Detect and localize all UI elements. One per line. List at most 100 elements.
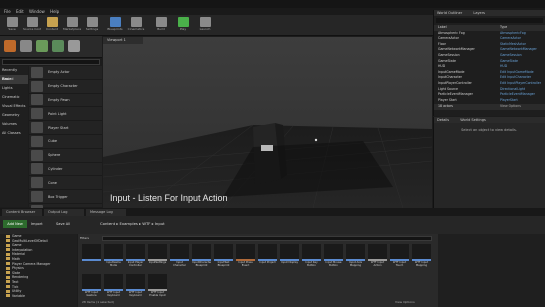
menu-help[interactable]: Help — [50, 8, 59, 15]
asset-tile[interactable]: WTF Input Mapping — [412, 244, 431, 271]
asset-tile[interactable]: WTF Input Enable Input — [148, 274, 167, 301]
build-button[interactable]: Build — [152, 17, 170, 35]
category-lights[interactable]: Lights — [0, 84, 28, 93]
place-item-sphere[interactable]: Sphere — [29, 149, 102, 163]
category-all-classes[interactable]: All Classes — [0, 129, 28, 138]
place-mode-icon[interactable] — [4, 40, 16, 52]
place-item-player-start[interactable]: Player Start — [29, 121, 102, 135]
settings-button[interactable]: Settings — [83, 17, 101, 35]
text-render-actor — [261, 145, 273, 151]
asset-tile[interactable]: InputCharacter Blueprint — [192, 244, 211, 271]
asset-thumbnail — [412, 244, 431, 261]
asset-tile[interactable]: Input Player Controller — [126, 244, 145, 271]
cinematics-button[interactable]: Cinematics — [127, 17, 145, 35]
menu-window[interactable]: Window — [29, 8, 45, 15]
category-recently-placed[interactable]: Recently Placed — [0, 66, 28, 81]
asset-tile[interactable]: Input Character — [170, 244, 189, 271]
folder-icon — [6, 280, 10, 284]
category-cinematic[interactable]: Cinematic — [0, 93, 28, 102]
asset-label: Input Axis Mapping — [349, 261, 362, 267]
build-icon — [155, 17, 167, 27]
play-button[interactable]: Play — [174, 17, 192, 35]
breadcrumb-examples[interactable]: Examples — [119, 221, 137, 226]
outliner-search-input[interactable] — [436, 18, 543, 23]
geometry-mode-icon[interactable] — [68, 40, 80, 52]
place-search-input[interactable] — [2, 59, 100, 65]
view-options-button[interactable]: View Options — [395, 300, 415, 304]
marketplace-button[interactable]: Marketplace — [63, 17, 81, 35]
asset-tile[interactable]: InputTest Blueprint — [214, 244, 233, 271]
asset-tile[interactable]: Input Project — [258, 244, 277, 271]
asset-tile[interactable]: InputSettings — [148, 244, 167, 271]
outliner-view-options[interactable]: View Options — [500, 104, 521, 110]
import-button[interactable]: Import — [31, 220, 53, 228]
tab-layers[interactable]: Layers — [473, 11, 485, 15]
tab-message-log[interactable]: Message Log — [86, 209, 126, 216]
blueprints-button[interactable]: Blueprints — [106, 17, 124, 35]
breadcrumb-wtf[interactable]: WTF — [142, 221, 150, 226]
place-item-point-light[interactable]: Point Light — [29, 107, 102, 122]
place-item-box-trigger[interactable]: Box Trigger — [29, 190, 102, 204]
place-item-cylinder[interactable]: Cylinder — [29, 163, 102, 177]
asset-thumbnail — [390, 244, 409, 261]
tab-details[interactable]: Details — [437, 118, 449, 122]
tab-world-outliner[interactable]: World Outliner — [437, 11, 462, 15]
place-item-empty-actor[interactable]: Empty Actor — [29, 66, 102, 80]
asset-thumbnail — [104, 274, 123, 291]
asset-thumbnail — [170, 244, 189, 261]
category-geometry[interactable]: Geometry — [0, 111, 28, 120]
folder-icon — [6, 243, 10, 247]
level-viewport[interactable] — [103, 37, 432, 208]
folder-item[interactable]: Variable — [0, 294, 77, 299]
folder-icon — [6, 234, 10, 238]
breadcrumb: Content ▸ Examples ▸ WTF ▸ Input — [100, 221, 165, 226]
viewport-tab[interactable]: Viewport 1 — [103, 37, 143, 44]
asset-tile[interactable]: WTF Input Keyboard Event — [126, 274, 145, 301]
save-button[interactable]: Save — [3, 17, 21, 35]
tab-world-settings[interactable]: World Settings — [460, 118, 486, 122]
breadcrumb-input[interactable]: Input — [155, 221, 165, 226]
breadcrumb-content[interactable]: Content — [100, 221, 115, 226]
category-basic[interactable]: Basic — [0, 75, 28, 84]
place-item-list: Empty Actor Empty Character Empty Pawn P… — [29, 66, 102, 218]
asset-tile[interactable]: Input Axis Mapping — [346, 244, 365, 271]
tab-content-browser[interactable]: Content Browser — [2, 209, 42, 216]
outliner-row[interactable]: Player Start PlayerStart — [434, 98, 545, 104]
category-volumes[interactable]: Volumes — [0, 120, 28, 129]
place-item-cube[interactable]: Cube — [29, 135, 102, 149]
menu-edit[interactable]: Edit — [16, 8, 24, 15]
asset-tile[interactable]: WTF Input Action — [368, 244, 387, 271]
folder-icon — [6, 289, 10, 293]
asset-label — [82, 261, 101, 267]
paint-mode-icon[interactable] — [20, 40, 32, 52]
asset-tile[interactable]: WTF Input Keyboard — [104, 274, 123, 301]
folder-icon — [6, 248, 10, 252]
place-item-cone[interactable]: Cone — [29, 176, 102, 191]
place-item-empty-pawn[interactable]: Empty Pawn — [29, 94, 102, 108]
asset-tile[interactable]: WTF Input Touch — [390, 244, 409, 271]
asset-tile[interactable]: Input Mouse Button — [324, 244, 343, 271]
asset-label: Input Display — [280, 261, 299, 264]
add-new-button[interactable]: Add New — [3, 220, 27, 228]
source-control-button[interactable]: Source Control — [23, 17, 41, 35]
asset-search-input[interactable] — [102, 236, 432, 241]
menu-file[interactable]: File — [4, 8, 11, 15]
asset-label: Input Player Controller — [127, 261, 144, 267]
tab-output-log[interactable]: Output Log — [44, 209, 84, 216]
content-button[interactable]: Content — [43, 17, 61, 35]
place-item-empty-character[interactable]: Empty Character — [29, 80, 102, 94]
save-all-button[interactable]: Save All — [56, 220, 80, 228]
filters-button[interactable]: Filters — [80, 236, 98, 241]
asset-thumbnail — [280, 244, 299, 261]
asset-tile[interactable]: InputGame Mode — [104, 244, 123, 271]
asset-tile[interactable]: Input Press Event — [236, 244, 255, 271]
asset-tile[interactable]: WTF Input Gesture — [82, 274, 101, 301]
asset-tile[interactable]: Input Key Button — [302, 244, 321, 271]
viewport-overlay-text: Input - Listen For Input Action — [110, 193, 228, 203]
foliage-mode-icon[interactable] — [52, 40, 64, 52]
asset-tile[interactable] — [82, 244, 101, 271]
category-visual-effects[interactable]: Visual Effects — [0, 102, 28, 111]
landscape-mode-icon[interactable] — [36, 40, 48, 52]
launch-button[interactable]: Launch — [196, 17, 214, 35]
asset-tile[interactable]: Input Display — [280, 244, 299, 271]
